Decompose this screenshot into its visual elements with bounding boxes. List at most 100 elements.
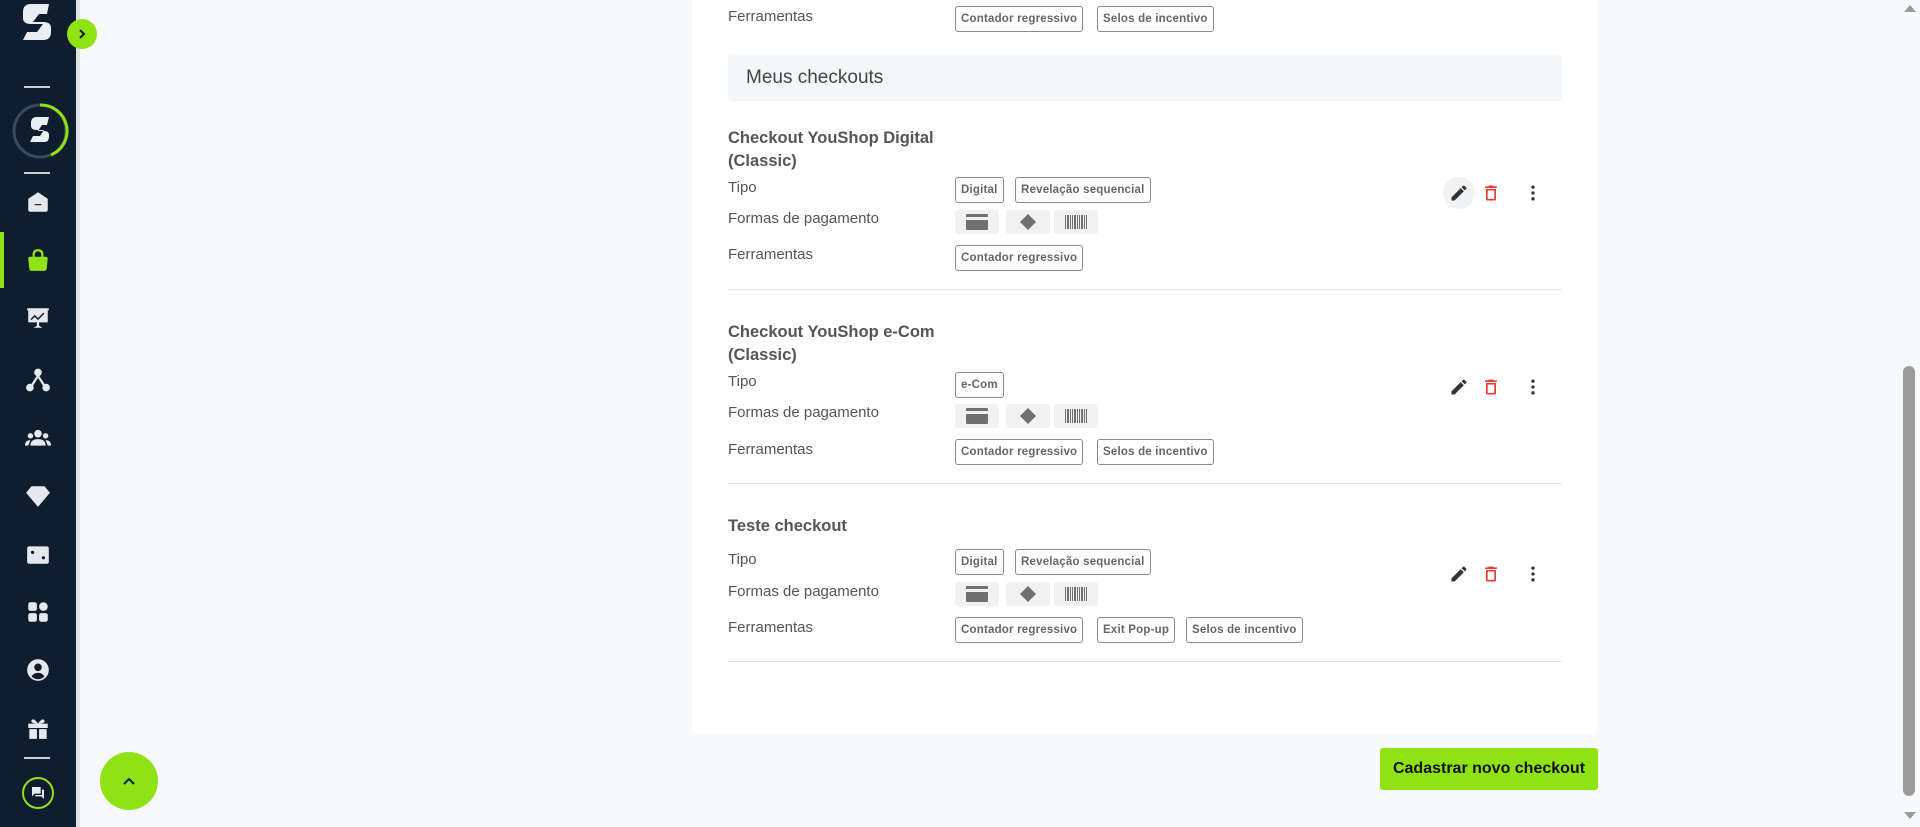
nav-products[interactable] [0, 232, 76, 288]
scroll-down-arrow-icon[interactable] [1902, 810, 1918, 822]
more-options-button[interactable] [1517, 371, 1549, 403]
pagamento-label: Formas de pagamento [728, 583, 879, 600]
tipo-tag: Revelação sequencial [1015, 177, 1151, 203]
new-checkout-button[interactable]: Cadastrar novo checkout [1380, 748, 1598, 790]
trash-icon [1485, 379, 1497, 395]
pix-icon [1020, 408, 1036, 424]
sidebar [0, 0, 76, 827]
diamond-icon [26, 486, 50, 507]
expand-sidebar-button[interactable] [67, 19, 97, 49]
gift-icon [28, 719, 48, 739]
tool-tag: Exit Pop-up [1097, 617, 1176, 643]
ferramentas-label: Ferramentas [728, 246, 814, 263]
nav-plans[interactable] [0, 468, 76, 524]
payment-chip [955, 210, 999, 234]
payment-chip [1006, 210, 1050, 234]
checkout-title: Teste checkout [728, 515, 847, 538]
nav-affiliates[interactable] [0, 352, 76, 408]
tool-tag: Contador regressivo [955, 617, 1084, 643]
delete-button[interactable] [1475, 177, 1507, 209]
pencil-icon [1451, 379, 1467, 395]
tipo-tag: e-Com [955, 372, 1004, 398]
chevron-up-icon [123, 777, 135, 785]
credit-card-icon [966, 586, 988, 602]
item-divider [728, 483, 1562, 484]
nav-profile[interactable] [0, 642, 76, 698]
tipo-tag: Digital [955, 177, 1004, 203]
tool-tag: Selos de incentivo [1097, 439, 1214, 465]
network-icon [26, 368, 50, 392]
profile-avatar[interactable] [11, 102, 69, 160]
more-options-button[interactable] [1517, 558, 1549, 590]
payment-chip [1006, 404, 1050, 428]
nav-apps[interactable] [0, 584, 76, 640]
pagamento-label: Formas de pagamento [728, 210, 879, 227]
barcode-icon [1065, 409, 1087, 423]
checkout-title: Checkout YouShop e-Com (Classic) [728, 321, 935, 367]
delete-button[interactable] [1475, 371, 1507, 403]
kebab-menu-icon [1531, 566, 1535, 582]
ferramentas-label: Ferramentas [728, 8, 814, 25]
sidebar-divider [24, 86, 50, 88]
tool-tag: Selos de incentivo [1097, 6, 1214, 32]
ferramentas-label: Ferramentas [728, 441, 814, 458]
payment-chip [1054, 210, 1098, 234]
scroll-up-arrow-icon[interactable] [1902, 2, 1918, 14]
ferramentas-label: Ferramentas [728, 619, 814, 636]
kebab-menu-icon [1531, 185, 1535, 201]
trash-icon [1485, 566, 1497, 582]
checkout-title-line: Checkout YouShop Digital [728, 129, 934, 147]
tipo-tag: Digital [955, 549, 1004, 575]
item-divider [728, 289, 1562, 290]
payment-chip [1054, 582, 1098, 606]
tool-tag: Contador regressivo [955, 6, 1084, 32]
section-header: Meus checkouts [728, 55, 1562, 101]
chat-button[interactable] [22, 777, 54, 809]
payment-chip [955, 404, 999, 428]
pagamento-label: Formas de pagamento [728, 404, 879, 421]
more-options-button[interactable] [1517, 177, 1549, 209]
sidebar-divider [24, 757, 50, 759]
tool-tag: Selos de incentivo [1186, 617, 1303, 643]
tool-tag: Contador regressivo [955, 439, 1084, 465]
nav-rewards[interactable] [0, 700, 76, 756]
sidebar-edge [76, 0, 80, 827]
checkout-title-line: (Classic) [728, 346, 797, 364]
dice-icon [27, 546, 49, 564]
pencil-icon [1451, 185, 1467, 201]
chat-icon [32, 787, 44, 799]
pencil-icon [1451, 566, 1467, 582]
user-circle-icon [27, 659, 49, 681]
delete-button[interactable] [1475, 558, 1507, 590]
barcode-icon [1065, 587, 1087, 601]
payment-chip [955, 582, 999, 606]
nav-games[interactable] [0, 526, 76, 582]
tool-tag: Contador regressivo [955, 245, 1084, 271]
nav-reports[interactable] [0, 290, 76, 346]
pix-icon [1020, 586, 1036, 602]
payment-chip [1054, 404, 1098, 428]
users-group-icon [25, 429, 51, 446]
tipo-label: Tipo [728, 179, 757, 196]
nav-home[interactable] [0, 174, 76, 230]
presentation-chart-icon [27, 308, 49, 328]
credit-card-icon [966, 408, 988, 424]
edit-button[interactable] [1443, 371, 1475, 403]
credit-card-icon [966, 214, 988, 230]
chevron-right-icon [79, 29, 86, 39]
edit-button[interactable] [1443, 558, 1475, 590]
tipo-tag: Revelação sequencial [1015, 549, 1151, 575]
checkout-title: Checkout YouShop Digital (Classic) [728, 127, 934, 173]
youshop-logo[interactable] [19, 2, 57, 46]
nav-members[interactable] [0, 410, 76, 466]
scrollbar-thumb[interactable] [1903, 366, 1915, 796]
payment-chip [1006, 582, 1050, 606]
edit-button[interactable] [1443, 177, 1475, 209]
checkout-title-line: Teste checkout [728, 517, 847, 535]
scroll-to-top-button[interactable] [100, 752, 158, 810]
checkout-title-line: (Classic) [728, 152, 797, 170]
section-title: Meus checkouts [746, 67, 884, 88]
trash-icon [1485, 185, 1497, 201]
tipo-label: Tipo [728, 373, 757, 390]
kebab-menu-icon [1531, 379, 1535, 395]
